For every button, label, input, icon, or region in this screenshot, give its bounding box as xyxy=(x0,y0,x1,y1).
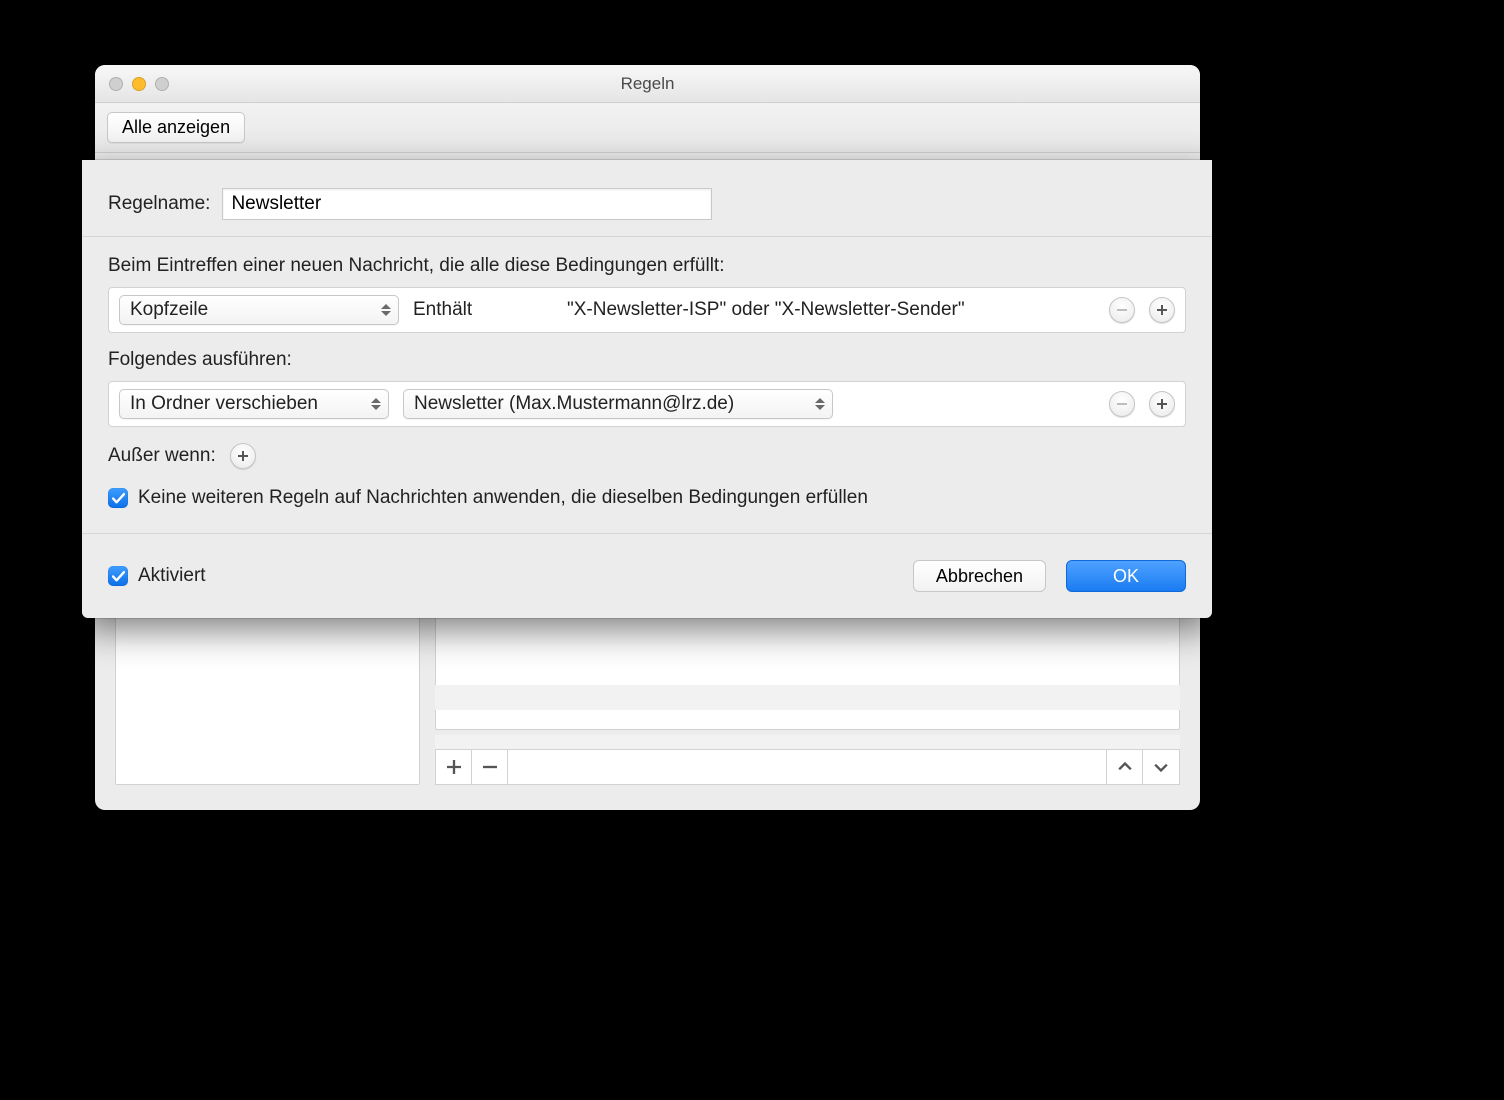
titlebar: Regeln xyxy=(95,65,1200,103)
updown-icon xyxy=(380,301,392,319)
remove-action-button[interactable] xyxy=(1109,391,1135,417)
rule-name-label: Regelname: xyxy=(108,193,210,215)
checkmark-icon xyxy=(112,492,125,505)
ok-button[interactable]: OK xyxy=(1066,560,1186,592)
add-action-button[interactable] xyxy=(1149,391,1175,417)
remove-button[interactable] xyxy=(472,750,508,784)
window-toolbar: Alle anzeigen xyxy=(95,103,1200,153)
toolbar-spacer xyxy=(508,750,1107,784)
condition-row: Kopfzeile Enthält "X-Newsletter-ISP" ode… xyxy=(108,287,1186,333)
condition-field-value: Kopfzeile xyxy=(130,299,208,321)
action-target-value: Newsletter (Max.Mustermann@lrz.de) xyxy=(414,393,734,415)
plus-icon xyxy=(1156,398,1168,410)
except-label: Außer wenn: xyxy=(108,445,216,467)
actions-section-label: Folgendes ausführen: xyxy=(108,349,1186,371)
minimize-window-icon[interactable] xyxy=(132,77,146,91)
minus-icon xyxy=(1116,398,1128,410)
updown-icon xyxy=(814,395,826,413)
window-title: Regeln xyxy=(95,74,1200,94)
rule-name-input[interactable] xyxy=(222,188,712,220)
chevron-down-icon xyxy=(1154,760,1168,774)
action-type-value: In Ordner verschieben xyxy=(130,393,318,415)
remove-condition-button[interactable] xyxy=(1109,297,1135,323)
detail-pane-toolbar xyxy=(435,749,1180,785)
stop-rules-label: Keine weiteren Regeln auf Nachrichten an… xyxy=(138,487,868,509)
stop-rules-checkbox[interactable] xyxy=(108,488,128,508)
add-exception-button[interactable] xyxy=(230,443,256,469)
minus-icon xyxy=(483,760,497,774)
add-button[interactable] xyxy=(436,750,472,784)
enabled-label: Aktiviert xyxy=(138,565,206,587)
add-condition-button[interactable] xyxy=(1149,297,1175,323)
traffic-lights xyxy=(109,77,169,91)
sheet-body: Beim Eintreffen einer neuen Nachricht, d… xyxy=(82,237,1212,533)
enabled-row: Aktiviert xyxy=(108,565,206,587)
updown-icon xyxy=(370,395,382,413)
stop-rules-row: Keine weiteren Regeln auf Nachrichten an… xyxy=(108,487,1186,509)
action-target-select[interactable]: Newsletter (Max.Mustermann@lrz.de) xyxy=(403,389,833,419)
plus-icon xyxy=(447,760,461,774)
show-all-button[interactable]: Alle anzeigen xyxy=(107,112,245,143)
conditions-section-label: Beim Eintreffen einer neuen Nachricht, d… xyxy=(108,255,1186,277)
zoom-window-icon[interactable] xyxy=(155,77,169,91)
enabled-checkbox[interactable] xyxy=(108,566,128,586)
condition-field-select[interactable]: Kopfzeile xyxy=(119,295,399,325)
list-row xyxy=(435,685,1180,710)
edit-rule-sheet: Regelname: Beim Eintreffen einer neuen N… xyxy=(82,160,1212,618)
sheet-header: Regelname: xyxy=(82,160,1212,237)
checkmark-icon xyxy=(112,570,125,583)
move-up-button[interactable] xyxy=(1107,750,1143,784)
except-row: Außer wenn: xyxy=(108,443,1186,469)
condition-value-text: "X-Newsletter-ISP" oder "X-Newsletter-Se… xyxy=(567,299,965,321)
close-window-icon[interactable] xyxy=(109,77,123,91)
sheet-footer: Aktiviert Abbrechen OK xyxy=(82,533,1212,618)
chevron-up-icon xyxy=(1118,760,1132,774)
minus-icon xyxy=(1116,304,1128,316)
plus-icon xyxy=(237,450,249,462)
action-type-select[interactable]: In Ordner verschieben xyxy=(119,389,389,419)
condition-op-label: Enthält xyxy=(413,299,553,321)
plus-icon xyxy=(1156,304,1168,316)
cancel-button[interactable]: Abbrechen xyxy=(913,560,1046,592)
action-row: In Ordner verschieben Newsletter (Max.Mu… xyxy=(108,381,1186,427)
move-down-button[interactable] xyxy=(1143,750,1179,784)
